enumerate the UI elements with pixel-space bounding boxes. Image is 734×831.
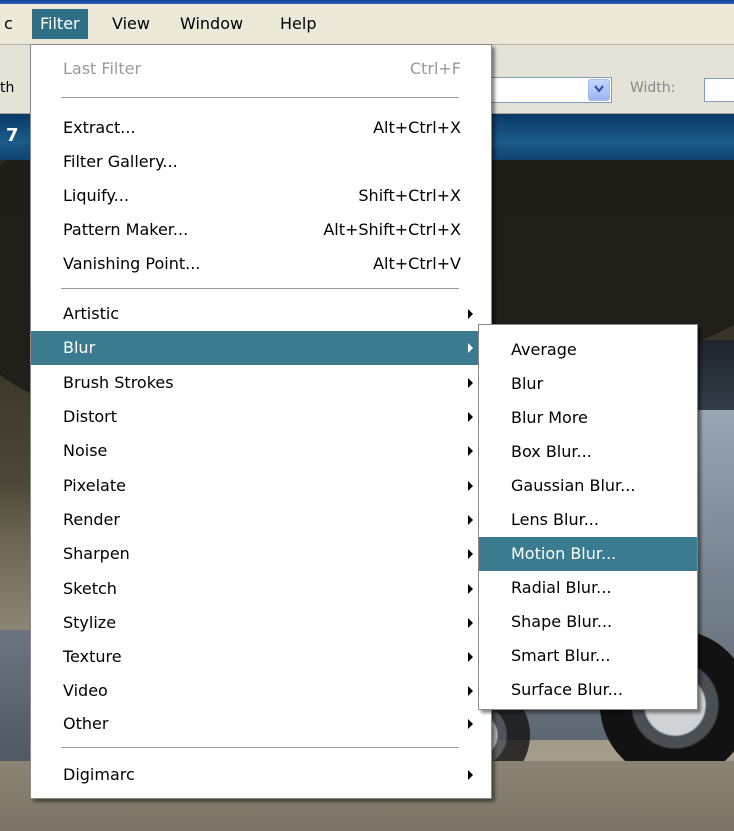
submenu-arrow-icon <box>468 378 473 388</box>
menu-item-video[interactable]: Video <box>31 674 491 708</box>
width-label: Width: <box>630 80 676 96</box>
style-select[interactable] <box>480 77 612 103</box>
submenu-arrow-icon <box>468 481 473 491</box>
width-input[interactable] <box>704 78 734 102</box>
menu-item-other[interactable]: Other <box>31 707 491 741</box>
menu-item-filter-gallery[interactable]: Filter Gallery... <box>31 145 491 179</box>
submenu-arrow-icon <box>468 549 473 559</box>
options-leading-text: th <box>0 80 15 96</box>
menu-item-render[interactable]: Render <box>31 503 491 537</box>
menu-item-blur[interactable]: Blur <box>31 331 491 365</box>
submenu-item-shape-blur[interactable]: Shape Blur... <box>479 605 697 639</box>
menu-item-stylize[interactable]: Stylize <box>31 606 491 640</box>
menu-item-pattern-maker[interactable]: Pattern Maker... Alt+Shift+Ctrl+X <box>31 213 491 247</box>
menu-bar: c Filter View Window Help <box>0 0 734 45</box>
submenu-item-surface-blur[interactable]: Surface Blur... <box>479 673 697 707</box>
menu-item-artistic[interactable]: Artistic <box>31 297 491 331</box>
menu-item-extract[interactable]: Extract... Alt+Ctrl+X <box>31 111 491 145</box>
menu-separator <box>61 288 459 289</box>
menu-item-sharpen[interactable]: Sharpen <box>31 537 491 571</box>
submenu-item-average[interactable]: Average <box>479 333 697 367</box>
submenu-arrow-icon <box>468 719 473 729</box>
submenu-arrow-icon <box>468 652 473 662</box>
submenu-item-gaussian-blur[interactable]: Gaussian Blur... <box>479 469 697 503</box>
menu-filter[interactable]: Filter <box>32 9 88 39</box>
menu-help[interactable]: Help <box>272 9 324 39</box>
submenu-arrow-icon <box>468 343 473 353</box>
menu-item-brush-strokes[interactable]: Brush Strokes <box>31 366 491 400</box>
menu-item-digimarc[interactable]: Digimarc <box>31 758 491 792</box>
submenu-arrow-icon <box>468 618 473 628</box>
filter-menu: Last Filter Ctrl+F Extract... Alt+Ctrl+X… <box>30 44 492 799</box>
menu-edit-partial[interactable]: c <box>0 9 21 39</box>
submenu-arrow-icon <box>468 515 473 525</box>
menu-item-last-filter[interactable]: Last Filter Ctrl+F <box>31 52 491 86</box>
menu-item-pixelate[interactable]: Pixelate <box>31 469 491 503</box>
document-title: 7 <box>6 125 19 146</box>
menu-separator <box>61 97 459 98</box>
submenu-item-blur-more[interactable]: Blur More <box>479 401 697 435</box>
submenu-item-radial-blur[interactable]: Radial Blur... <box>479 571 697 605</box>
submenu-item-lens-blur[interactable]: Lens Blur... <box>479 503 697 537</box>
blur-submenu: Average Blur Blur More Box Blur... Gauss… <box>478 324 698 710</box>
submenu-arrow-icon <box>468 412 473 422</box>
menu-view[interactable]: View <box>104 9 158 39</box>
submenu-item-smart-blur[interactable]: Smart Blur... <box>479 639 697 673</box>
submenu-item-box-blur[interactable]: Box Blur... <box>479 435 697 469</box>
menu-item-distort[interactable]: Distort <box>31 400 491 434</box>
submenu-arrow-icon <box>468 584 473 594</box>
menu-item-texture[interactable]: Texture <box>31 640 491 674</box>
menu-window[interactable]: Window <box>172 9 251 39</box>
dropdown-arrow-icon[interactable] <box>588 79 610 101</box>
submenu-arrow-icon <box>468 309 473 319</box>
menu-separator <box>61 747 459 748</box>
menu-item-sketch[interactable]: Sketch <box>31 572 491 606</box>
submenu-arrow-icon <box>468 686 473 696</box>
menu-item-liquify[interactable]: Liquify... Shift+Ctrl+X <box>31 179 491 213</box>
submenu-arrow-icon <box>468 770 473 780</box>
submenu-item-blur[interactable]: Blur <box>479 367 697 401</box>
menu-item-vanishing-point[interactable]: Vanishing Point... Alt+Ctrl+V <box>31 247 491 281</box>
menu-item-noise[interactable]: Noise <box>31 434 491 468</box>
submenu-arrow-icon <box>468 446 473 456</box>
submenu-item-motion-blur[interactable]: Motion Blur... <box>479 537 697 571</box>
